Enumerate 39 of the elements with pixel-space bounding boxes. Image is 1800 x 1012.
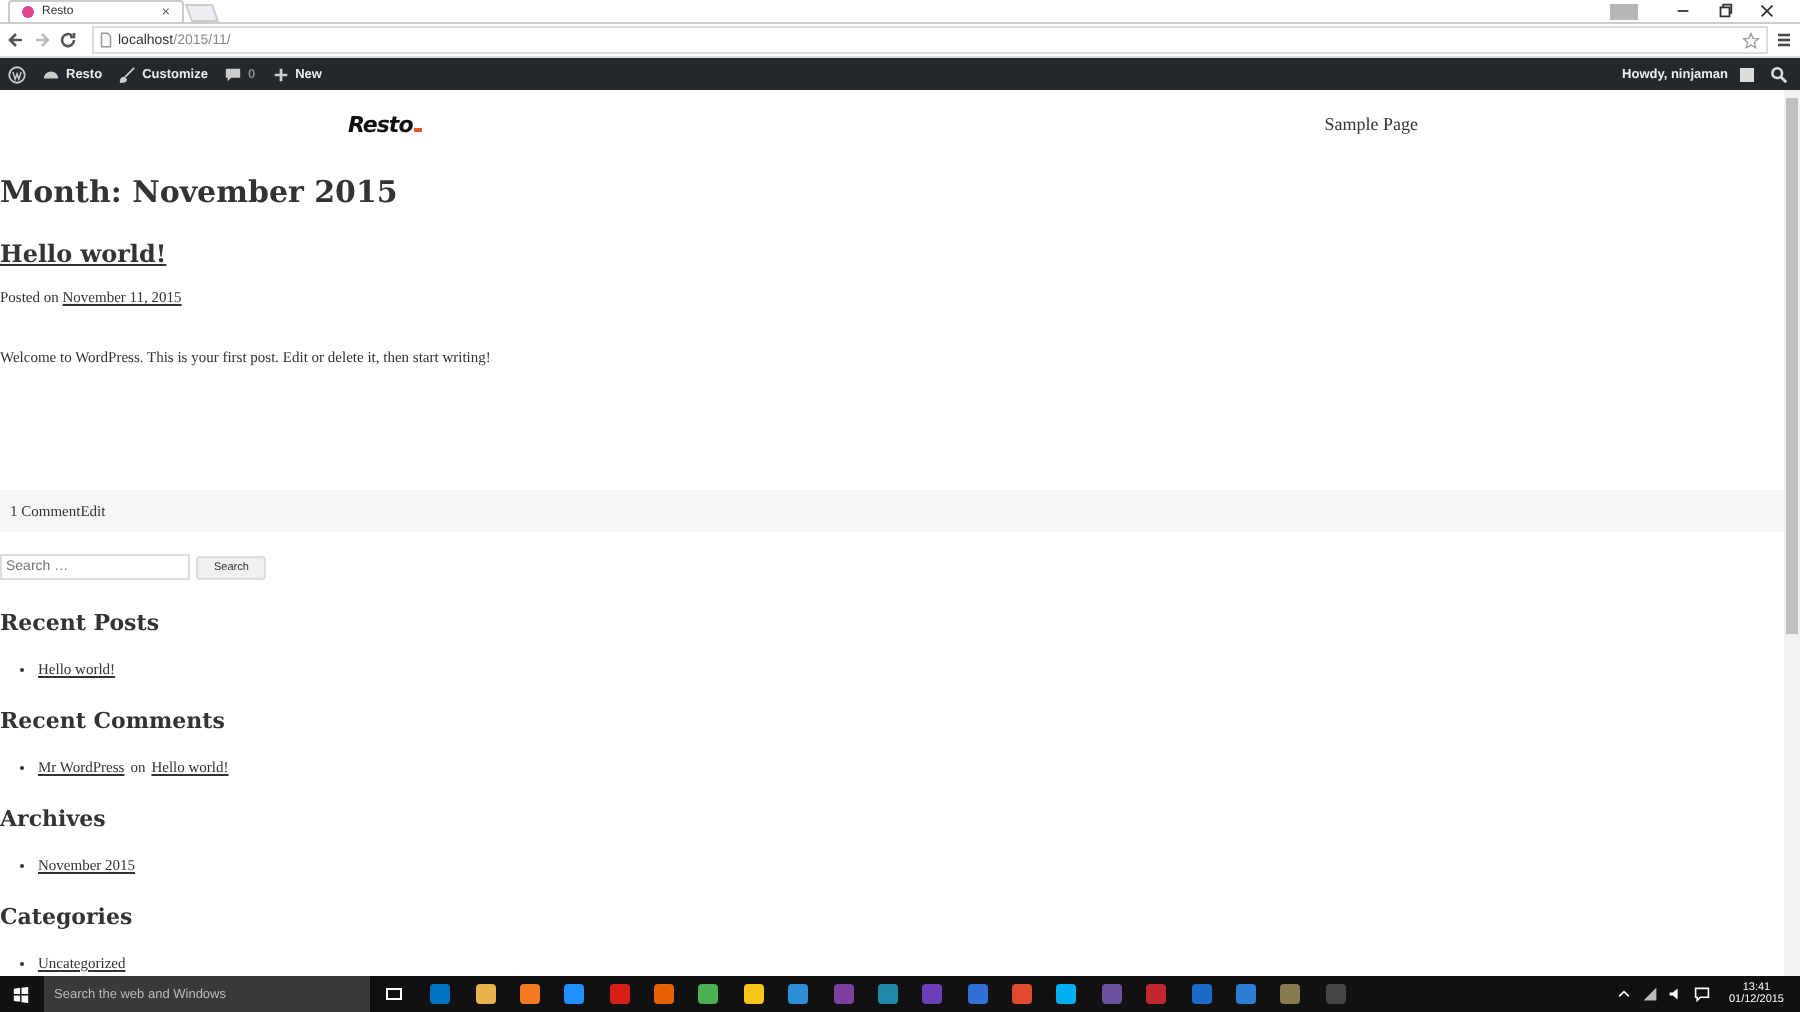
site-icon — [22, 6, 34, 18]
taskbar-app-icon[interactable] — [1056, 984, 1077, 1004]
widget-title: Categories — [0, 904, 135, 930]
taskbar-app-icon[interactable] — [788, 984, 809, 1004]
back-icon[interactable] — [6, 30, 26, 50]
taskbar-app-icon[interactable] — [698, 984, 719, 1004]
network-icon[interactable] — [1642, 986, 1659, 1002]
site-logo[interactable]: Resto — [348, 111, 413, 137]
archive-title: Month: November 2015 — [0, 174, 400, 210]
scroll-thumb[interactable] — [1786, 98, 1798, 634]
wordpress-logo-icon[interactable] — [8, 65, 26, 83]
comment-icon — [223, 65, 242, 83]
menu-icon[interactable] — [1774, 30, 1794, 50]
notification-icon[interactable] — [1694, 986, 1711, 1002]
taskbar-app-icon[interactable] — [654, 984, 675, 1004]
search-icon[interactable] — [1770, 65, 1788, 83]
taskbar-app-icon[interactable] — [519, 984, 540, 1004]
logo-mark — [414, 128, 423, 132]
menu-link[interactable]: Sample Page — [1324, 114, 1418, 134]
chevron-up-icon[interactable] — [1616, 986, 1633, 1002]
page-icon — [100, 32, 112, 48]
scrollbar[interactable] — [1784, 90, 1800, 976]
taskbar-app-icon[interactable] — [743, 984, 764, 1004]
windows-start-icon[interactable] — [12, 985, 30, 1003]
brush-icon — [118, 65, 137, 83]
task-view-icon[interactable] — [384, 984, 404, 1004]
avatar-icon — [1740, 67, 1754, 81]
close-icon[interactable] — [1758, 2, 1776, 20]
star-icon[interactable] — [1742, 31, 1760, 49]
reload-icon[interactable] — [58, 30, 78, 50]
restore-icon[interactable] — [1716, 2, 1734, 20]
post-title-link[interactable]: Hello world! — [0, 240, 167, 268]
dashboard-icon — [42, 65, 60, 83]
plus-icon — [271, 65, 290, 83]
widget-title: Recent Comments — [0, 708, 227, 734]
widget-title: Archives — [0, 806, 108, 832]
widget-title: Recent Posts — [0, 610, 162, 636]
taskbar-app-icon[interactable] — [564, 984, 585, 1004]
taskbar-app-icon[interactable] — [475, 984, 496, 1004]
